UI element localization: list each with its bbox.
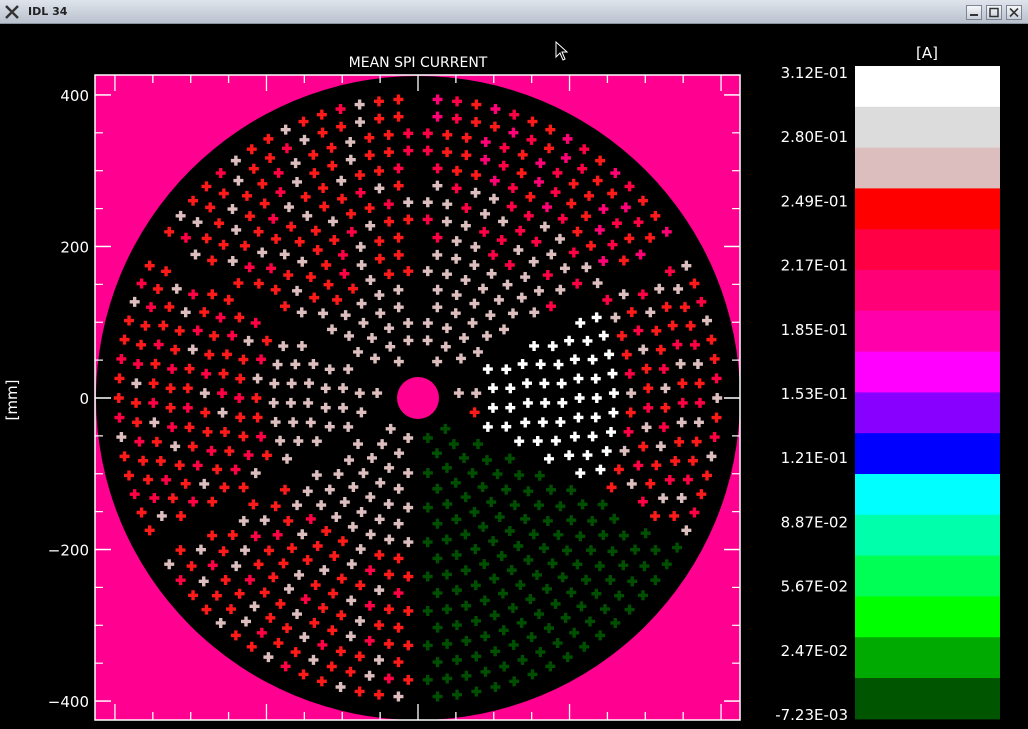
colorbar-tick-label: 8.87E-02 [781, 513, 848, 531]
mouse-cursor-icon [555, 41, 569, 61]
y-tick-label: 400 [60, 87, 89, 105]
colorbar-tick-label: -7.23E-03 [775, 706, 848, 724]
colorbar-tick-label: 2.47E-02 [781, 642, 848, 660]
colorbar-swatch [855, 596, 1000, 638]
colorbar-swatch [855, 351, 1000, 393]
colorbar-unit: [A] [916, 44, 938, 62]
colorbar-swatch [855, 555, 1000, 597]
colorbar-tick-label: 1.85E-01 [781, 321, 848, 339]
maximize-button[interactable] [986, 5, 1002, 20]
colorbar-tick-label: 2.80E-01 [781, 128, 848, 146]
colorbar-swatch [855, 147, 1000, 189]
minimize-button[interactable] [966, 5, 982, 20]
spi-current-plot: MEAN SPI CURRENT [mm] [A] 400 200 0 −200 −40… [3, 44, 1000, 724]
plot-title: MEAN SPI CURRENT [349, 55, 488, 71]
y-tick-label: −200 [48, 542, 89, 560]
colorbar-tick-label: 1.21E-01 [781, 449, 848, 467]
colorbar-tick-label: 1.53E-01 [781, 385, 848, 403]
window-titlebar[interactable]: IDL 34 [0, 0, 1028, 24]
minimize-icon [970, 14, 978, 16]
colorbar-swatch [855, 637, 1000, 679]
colorbar-swatch [855, 188, 1000, 230]
colorbar-swatch [855, 474, 1000, 516]
colorbar-tick-label: 2.17E-01 [781, 257, 848, 275]
y-tick-label: −400 [48, 693, 89, 711]
colorbar-swatch [855, 66, 1000, 108]
y-tick-label: 200 [60, 238, 89, 256]
y-tick-label: 0 [79, 390, 89, 408]
colorbar-tick-label: 5.67E-02 [781, 578, 848, 596]
center-hub [397, 377, 439, 419]
colorbar-swatch [855, 678, 1000, 720]
colorbar-swatch [855, 270, 1000, 312]
colorbar-swatch [855, 310, 1000, 353]
colorbar-tick-label: 2.49E-01 [781, 192, 848, 210]
colorbar-swatch [855, 433, 1000, 475]
colorbar-swatch [855, 392, 1000, 434]
close-button[interactable] [1006, 5, 1022, 20]
colorbar-swatch [855, 229, 1000, 271]
close-icon [1009, 7, 1019, 18]
idl-graphics-window: MEAN SPI CURRENT [mm] [A] 400 200 0 −200 −40… [0, 24, 1028, 729]
x-app-icon [5, 5, 19, 19]
y-axis-label: [mm] [3, 380, 21, 421]
maximize-icon [989, 7, 999, 18]
window-title: IDL 34 [28, 5, 68, 18]
colorbar-tick-label: 3.12E-01 [781, 64, 848, 82]
colorbar-swatch [855, 106, 1000, 149]
colorbar-swatch [855, 514, 1000, 557]
